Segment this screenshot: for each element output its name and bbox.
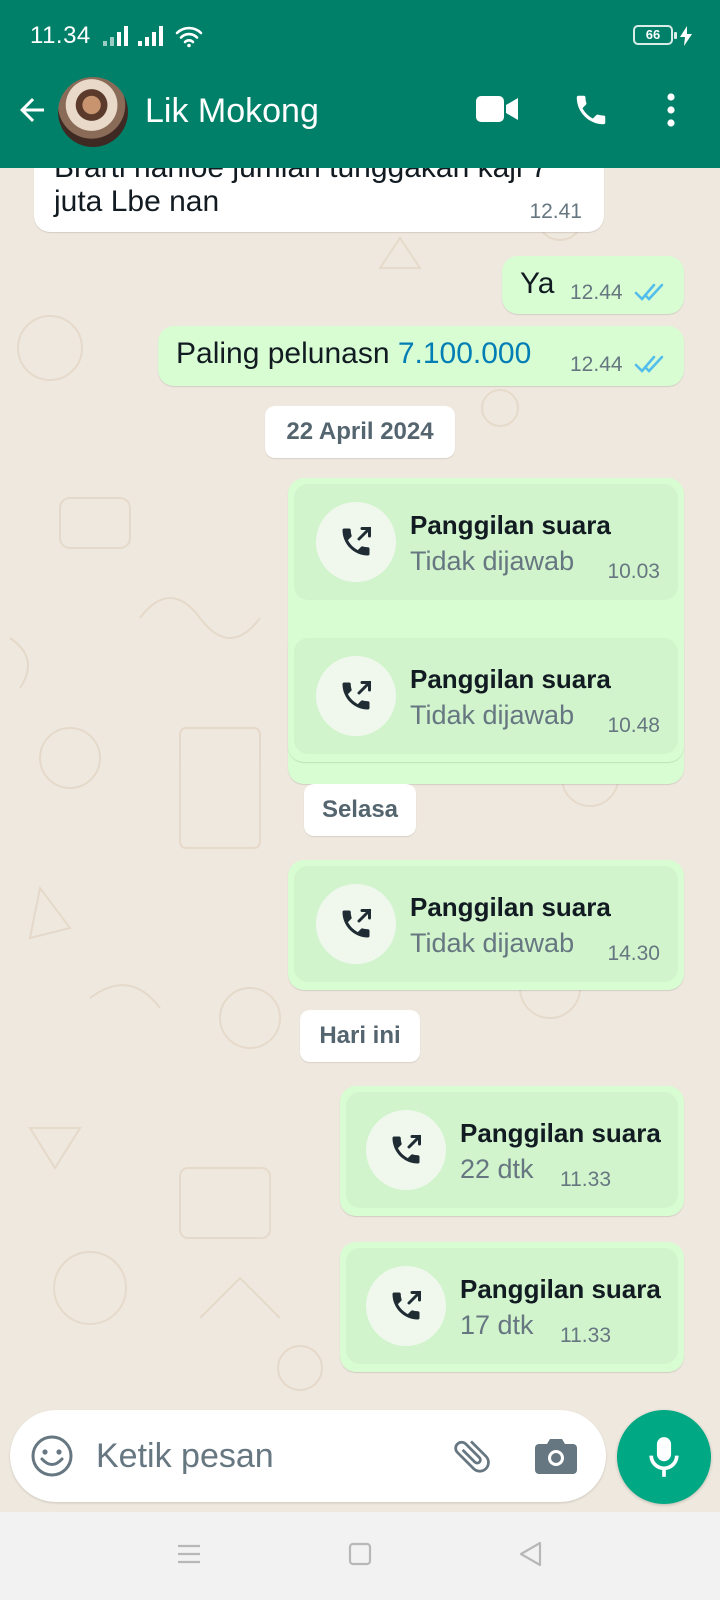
status-time: 11.34 xyxy=(30,22,91,49)
system-navigation-bar xyxy=(0,1512,720,1600)
call-status: 22 dtk xyxy=(460,1154,534,1184)
outgoing-call-icon xyxy=(316,884,396,964)
message-text: Ya xyxy=(520,267,555,300)
call-title: Panggilan suara xyxy=(460,1274,661,1304)
attach-icon[interactable] xyxy=(450,1432,494,1480)
call-time: 10.48 xyxy=(607,714,660,737)
call-bubble[interactable]: Panggilan suara Tidak dijawab 14.30 xyxy=(288,860,684,990)
home-icon[interactable] xyxy=(348,1542,372,1566)
call-card: Panggilan suara 17 dtk 11.33 xyxy=(346,1248,678,1364)
call-card: Panggilan suara Tidak dijawab 10.03 xyxy=(294,484,678,600)
recent-apps-icon[interactable] xyxy=(176,1542,202,1566)
call-status: Tidak dijawab xyxy=(410,700,575,730)
message-outgoing[interactable]: Ya 12.44 xyxy=(502,256,684,314)
more-options-icon[interactable] xyxy=(665,92,677,128)
message-text: Paling pelunasn 7.100.000 xyxy=(176,336,531,372)
voice-call-icon[interactable] xyxy=(572,91,610,129)
contact-name[interactable]: Lik Mokong xyxy=(145,92,319,131)
message-outgoing[interactable]: Paling pelunasn 7.100.000 12.44 xyxy=(158,326,684,386)
date-divider: Selasa xyxy=(304,784,416,836)
message-phone-link[interactable]: 7.100.000 xyxy=(398,337,531,370)
call-status: 17 dtk xyxy=(460,1310,534,1340)
call-title: Panggilan suara xyxy=(410,510,611,540)
signal-icon xyxy=(138,26,163,46)
signal-icon xyxy=(103,26,128,46)
call-card: Panggilan suara Tidak dijawab 10.48 xyxy=(294,638,678,754)
message-incoming[interactable]: Brarti hanloe jumlah tunggakan kaji 7 ju… xyxy=(34,168,604,232)
system-back-icon[interactable] xyxy=(518,1541,542,1567)
mic-button[interactable] xyxy=(617,1410,711,1504)
back-arrow-icon[interactable] xyxy=(14,92,50,128)
outgoing-call-icon xyxy=(316,502,396,582)
call-status: Tidak dijawab xyxy=(410,546,575,576)
call-bubble[interactable]: Panggilan suara Tidak dijawab 10.48 xyxy=(288,632,684,762)
message-time: 12.44 xyxy=(570,353,623,376)
charging-icon xyxy=(680,26,692,46)
mic-icon xyxy=(649,1437,679,1477)
read-ticks-icon xyxy=(634,355,664,373)
outgoing-call-icon xyxy=(316,656,396,736)
call-time: 11.33 xyxy=(560,1324,611,1347)
call-time: 11.33 xyxy=(560,1168,611,1191)
date-divider: Hari ini xyxy=(300,1010,420,1062)
date-divider: 22 April 2024 xyxy=(265,406,455,458)
app-header: 11.34 66 Lik Mokong xyxy=(0,0,720,168)
call-status: Tidak dijawab xyxy=(410,928,575,958)
call-card: Panggilan suara Tidak dijawab 14.30 xyxy=(294,866,678,982)
emoji-icon[interactable] xyxy=(30,1434,74,1478)
message-composer xyxy=(10,1410,606,1502)
message-time: 12.41 xyxy=(529,200,582,223)
message-text-prefix: Paling pelunasn xyxy=(176,337,398,370)
video-call-icon[interactable] xyxy=(476,94,518,124)
message-input[interactable] xyxy=(96,1428,426,1484)
contact-avatar[interactable] xyxy=(58,77,128,147)
message-text: juta Lbe nan xyxy=(54,185,220,218)
read-ticks-icon xyxy=(634,283,664,301)
battery-indicator: 66 xyxy=(633,25,677,45)
wifi-icon xyxy=(175,26,203,48)
chat-area[interactable]: Brarti hanloe jumlah tunggakan kaji 7 ju… xyxy=(0,168,720,1410)
status-bar: 11.34 66 xyxy=(0,0,720,72)
call-bubble[interactable]: Panggilan suara 22 dtk 11.33 xyxy=(340,1086,684,1216)
message-time: 12.44 xyxy=(570,281,623,304)
outgoing-call-icon xyxy=(366,1266,446,1346)
outgoing-call-icon xyxy=(366,1110,446,1190)
call-title: Panggilan suara xyxy=(460,1118,661,1148)
call-time: 10.03 xyxy=(607,560,660,583)
call-title: Panggilan suara xyxy=(410,664,611,694)
call-time: 14.30 xyxy=(607,942,660,965)
call-title: Panggilan suara xyxy=(410,892,611,922)
camera-icon[interactable] xyxy=(535,1436,577,1474)
call-bubble[interactable]: Panggilan suara 17 dtk 11.33 xyxy=(340,1242,684,1372)
call-card: Panggilan suara 22 dtk 11.33 xyxy=(346,1092,678,1208)
